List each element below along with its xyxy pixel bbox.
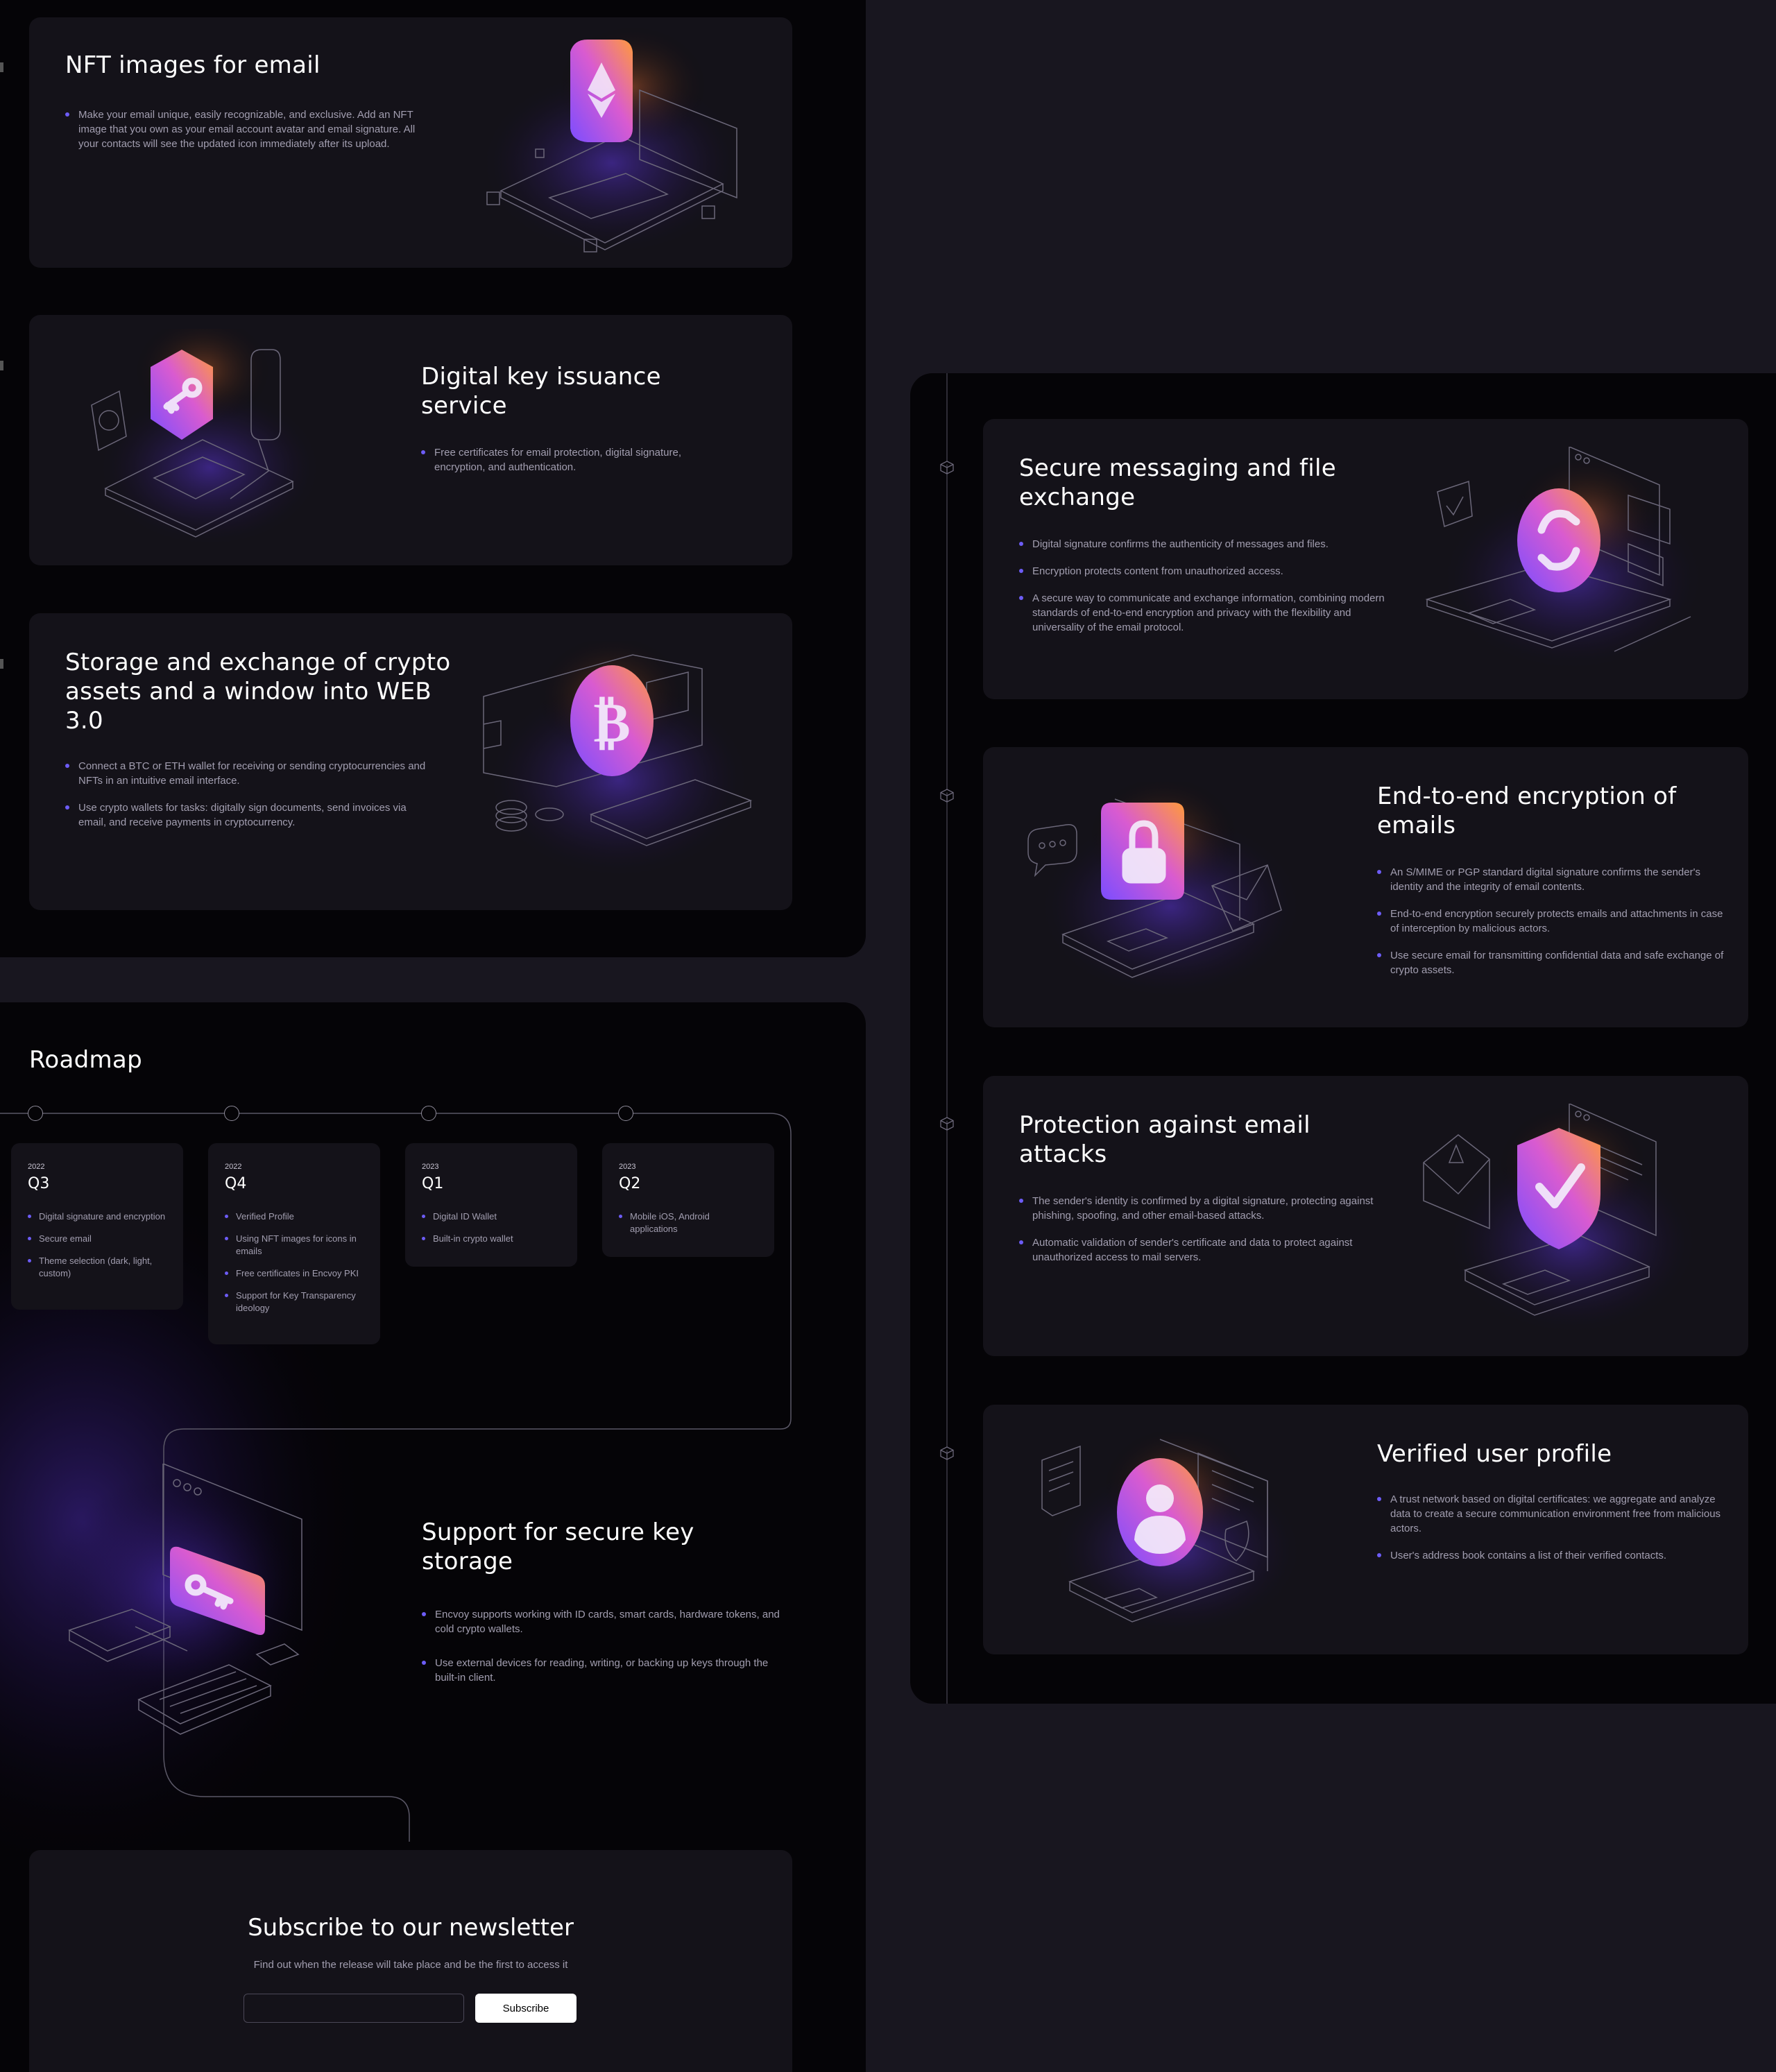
roadmap-card-q4-2022: 2022 Q4 Verified Profile Using NFT image… — [208, 1143, 380, 1344]
roadmap-quarter: Q4 — [225, 1175, 247, 1192]
feature-title: Secure messaging and file exchange — [1019, 454, 1337, 511]
feature-card-profile: Verified user profile A trust network ba… — [983, 1405, 1748, 1654]
svg-text:₿: ₿ — [593, 690, 630, 755]
roadmap-year: 2022 — [28, 1163, 45, 1171]
roadmap-bullet: Digital signature and encryption — [28, 1210, 166, 1223]
roadmap-bullets: Digital signature and encryption Secure … — [28, 1210, 166, 1280]
key-storage-title: Support for secure key storage — [422, 1518, 694, 1575]
roadmap-bullets: Mobile iOS, Android applications — [619, 1210, 758, 1235]
roadmap-year: 2023 — [619, 1163, 636, 1171]
key-storage-bullets: Encvoy supports working with ID cards, s… — [422, 1607, 783, 1697]
feature-bullet: User's address book contains a list of t… — [1377, 1548, 1727, 1563]
feature-card-protection: Protection against email attacks The sen… — [983, 1076, 1748, 1356]
timeline-dot — [618, 1106, 633, 1121]
feature-card-encryption: End-to-end encryption of emails An S/MIM… — [983, 747, 1748, 1027]
roadmap-bullet: Using NFT images for icons in emails — [225, 1233, 364, 1258]
roadmap-card-q1-2023: 2023 Q1 Digital ID Wallet Built-in crypt… — [405, 1143, 577, 1267]
feature-title: NFT images for email — [65, 51, 321, 79]
roadmap-year: 2023 — [422, 1163, 439, 1171]
feature-card-nft: NFT images for email Make your email uni… — [29, 17, 792, 268]
roadmap-bullet: Secure email — [28, 1233, 166, 1245]
key-storage-bullet: Encvoy supports working with ID cards, s… — [422, 1607, 783, 1636]
roadmap-card-q2-2023: 2023 Q2 Mobile iOS, Android applications — [602, 1143, 774, 1257]
edge-tick — [0, 62, 3, 72]
roadmap-quarter: Q2 — [619, 1175, 641, 1192]
feature-bullet: End-to-end encryption securely protects … — [1377, 907, 1727, 936]
roadmap-bullet: Support for Key Transparency ideology — [225, 1290, 364, 1315]
user-icon — [1041, 1432, 1309, 1641]
roadmap-card-q3-2022: 2022 Q3 Digital signature and encryption… — [11, 1143, 183, 1310]
timeline-dot — [224, 1106, 239, 1121]
roadmap-bullet: Built-in crypto wallet — [422, 1233, 561, 1245]
feature-bullet: The sender's identity is confirmed by a … — [1019, 1194, 1394, 1223]
feature-bullet: Connect a BTC or ETH wallet for receivin… — [65, 759, 426, 788]
roadmap-bullet: Theme selection (dark, light, custom) — [28, 1255, 166, 1280]
feature-bullet: A secure way to communicate and exchange… — [1019, 591, 1394, 635]
roadmap-bullet: Free certificates in Encvoy PKI — [225, 1267, 364, 1280]
roadmap-quarter: Q1 — [422, 1175, 444, 1192]
feature-bullet: An S/MIME or PGP standard digital signat… — [1377, 865, 1727, 894]
cube-icon — [940, 1446, 954, 1460]
roadmap-quarter: Q3 — [28, 1175, 50, 1192]
feature-bullets: An S/MIME or PGP standard digital signat… — [1377, 865, 1727, 990]
cube-icon — [940, 461, 954, 474]
feature-bullets: Digital signature confirms the authentic… — [1019, 537, 1394, 647]
feature-bullets: A trust network based on digital certifi… — [1377, 1492, 1727, 1575]
feature-card-keys: Digital key issuance service Free certif… — [29, 315, 792, 565]
feature-title: End-to-end encryption of emails — [1377, 782, 1677, 839]
cube-icon — [940, 1117, 954, 1131]
feature-card-messaging: Secure messaging and file exchange Digit… — [983, 419, 1748, 699]
feature-bullets: Free certificates for email protection, … — [421, 445, 719, 487]
roadmap-bullet: Digital ID Wallet — [422, 1210, 561, 1223]
feature-bullet: Digital signature confirms the authentic… — [1019, 537, 1394, 551]
feature-bullet: Make your email unique, easily recogniza… — [65, 108, 426, 151]
feature-bullet: Use secure email for transmitting confid… — [1377, 948, 1727, 977]
feature-title: Protection against email attacks — [1019, 1111, 1310, 1168]
features-timeline-line — [946, 373, 948, 1704]
key-storage-bullet: Use external devices for reading, writin… — [422, 1656, 783, 1685]
feature-title: Digital key issuance service — [421, 363, 661, 420]
newsletter-subtitle: Find out when the release will take plac… — [253, 1959, 568, 1971]
feature-title: Storage and exchange of crypto assets an… — [65, 649, 451, 735]
features-right-panel: Secure messaging and file exchange Digit… — [910, 373, 1776, 1704]
feature-bullets: Connect a BTC or ETH wallet for receivin… — [65, 759, 426, 842]
subscribe-button[interactable]: Subscribe — [475, 1994, 577, 2023]
shield-check-icon — [1423, 1104, 1705, 1339]
feature-card-crypto: Storage and exchange of crypto assets an… — [29, 613, 792, 910]
feature-bullet: A trust network based on digital certifi… — [1377, 1492, 1727, 1536]
roadmap-bullets: Digital ID Wallet Built-in crypto wallet — [422, 1210, 561, 1245]
lock-icon — [1027, 782, 1309, 1004]
feature-bullet: Use crypto wallets for tasks: digitally … — [65, 800, 426, 830]
roadmap-bullet: Verified Profile — [225, 1210, 364, 1223]
newsletter-title: Subscribe to our newsletter — [248, 1914, 574, 1942]
features-left-panel: NFT images for email Make your email uni… — [0, 0, 866, 957]
newsletter-card: Subscribe to our newsletter Find out whe… — [29, 1850, 792, 2072]
feature-title: Verified user profile — [1377, 1440, 1612, 1468]
roadmap-bullets: Verified Profile Using NFT images for ic… — [225, 1210, 364, 1315]
ethereum-icon — [473, 24, 751, 260]
timeline-dot — [28, 1106, 43, 1121]
feature-bullets: The sender's identity is confirmed by a … — [1019, 1194, 1394, 1277]
feature-bullet: Automatic validation of sender's certifi… — [1019, 1235, 1394, 1265]
timeline-dot — [421, 1106, 436, 1121]
cube-icon — [940, 789, 954, 803]
key-card-icon — [49, 1464, 312, 1735]
roadmap-bullet: Mobile iOS, Android applications — [619, 1210, 758, 1235]
newsletter-email-input[interactable] — [244, 1994, 464, 2023]
bitcoin-icon: ₿ — [480, 641, 758, 884]
feature-bullet: Encryption protects content from unautho… — [1019, 564, 1394, 579]
roadmap-year: 2022 — [225, 1163, 242, 1171]
edge-tick — [0, 659, 3, 669]
roadmap-panel: Roadmap 2022 Q3 Digital signature and en… — [0, 1002, 866, 2072]
feature-bullets: Make your email unique, easily recogniza… — [65, 108, 426, 164]
edge-tick — [0, 361, 3, 370]
key-icon — [91, 329, 327, 551]
sync-icon — [1425, 447, 1711, 676]
feature-bullet: Free certificates for email protection, … — [421, 445, 719, 474]
